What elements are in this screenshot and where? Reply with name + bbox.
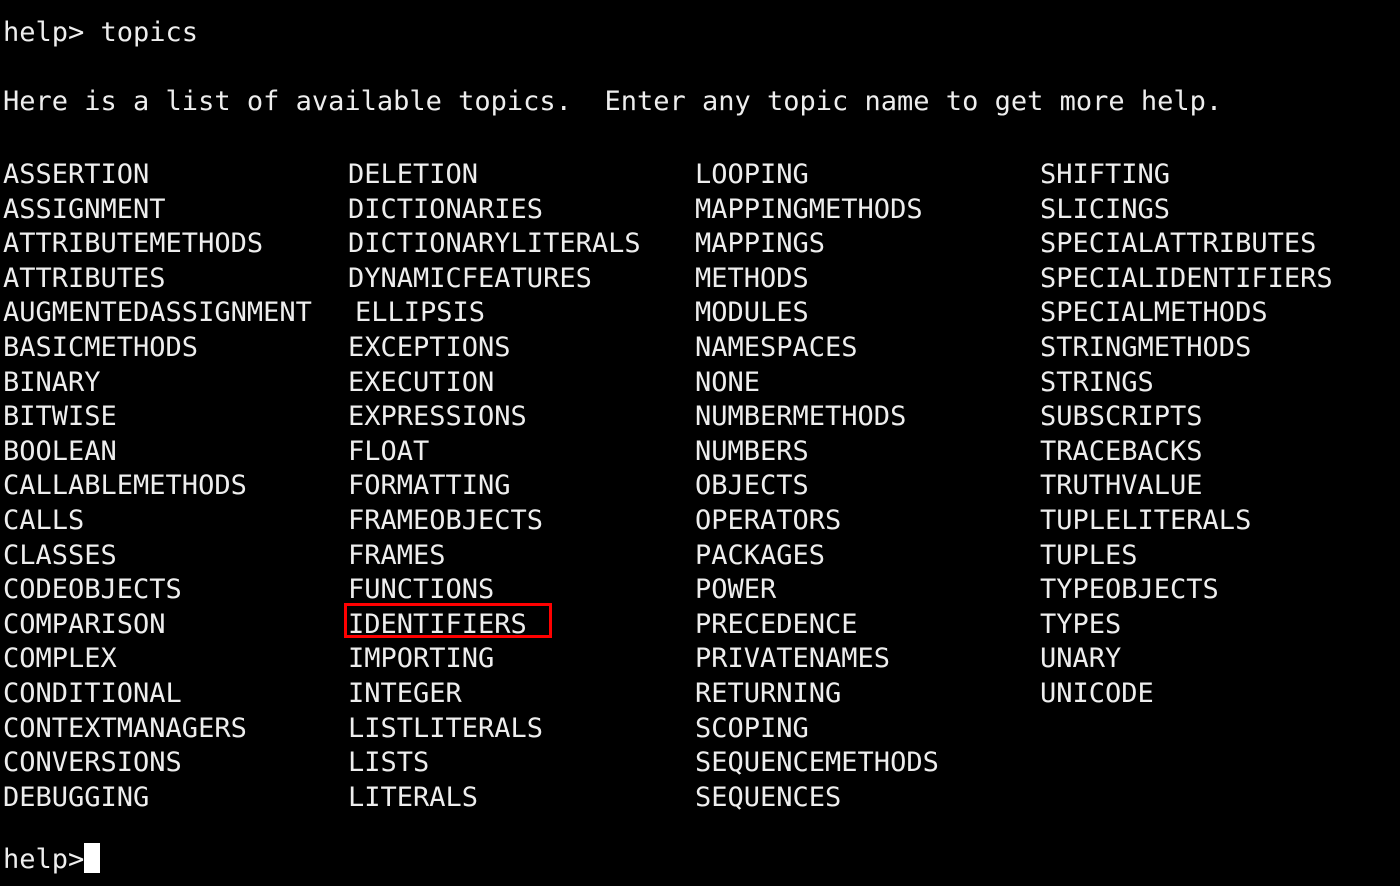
topic-item[interactable]: MAPPINGS <box>695 227 825 262</box>
topics-row: BOOLEAN FLOAT NUMBERS TRACEBACKS <box>0 435 1400 470</box>
topics-row: CODEOBJECTS FUNCTIONS POWER TYPEOBJECTS <box>0 573 1400 608</box>
topics-row: AUGMENTEDASSIGNMENT ELLIPSIS MODULES SPECIA… <box>0 296 1400 331</box>
topics-row: COMPARISON IDENTIFIERS PRECEDENCE TYPES <box>0 608 1400 643</box>
topic-item[interactable]: TUPLES <box>1040 539 1138 574</box>
topic-item[interactable]: DEBUGGING <box>3 781 149 816</box>
topics-row: ASSIGNMENT DICTIONARIES MAPPINGMETHODS SLIC… <box>0 193 1400 228</box>
prompt-label: help> <box>3 844 85 875</box>
topic-item[interactable]: CODEOBJECTS <box>3 573 182 608</box>
topic-item[interactable]: UNARY <box>1040 642 1121 677</box>
topic-item[interactable]: PRECEDENCE <box>695 608 858 643</box>
topic-item[interactable]: METHODS <box>695 262 809 297</box>
topics-row: ATTRIBUTES DYNAMICFEATURES METHODS SPECIALI… <box>0 262 1400 297</box>
topic-item[interactable]: NAMESPACES <box>695 331 858 366</box>
topic-item[interactable]: SLICINGS <box>1040 193 1170 228</box>
topic-item[interactable]: SPECIALATTRIBUTES <box>1040 227 1316 262</box>
topic-item[interactable]: MODULES <box>695 296 809 331</box>
topics-row: CONVERSIONS LISTS SEQUENCEMETHODS <box>0 746 1400 781</box>
topic-item[interactable]: TUPLELITERALS <box>1040 504 1251 539</box>
topic-item[interactable]: CLASSES <box>3 539 117 574</box>
topics-row: COMPLEX IMPORTING PRIVATENAMES UNARY <box>0 642 1400 677</box>
topics-row: BITWISE EXPRESSIONS NUMBERMETHODS SUBSCRIPT… <box>0 400 1400 435</box>
topic-item[interactable]: STRINGS <box>1040 366 1154 401</box>
topic-item[interactable]: NUMBERS <box>695 435 809 470</box>
topic-item[interactable]: INTEGER <box>348 677 462 712</box>
topic-item[interactable]: BASICMETHODS <box>3 331 198 366</box>
topics-row: DEBUGGING LITERALS SEQUENCES <box>0 781 1400 816</box>
topic-item[interactable]: NONE <box>695 366 760 401</box>
topic-item[interactable]: FRAMES <box>348 539 446 574</box>
topic-item[interactable]: EXECUTION <box>348 366 494 401</box>
topic-item[interactable]: POWER <box>695 573 776 608</box>
topic-item[interactable]: BOOLEAN <box>3 435 117 470</box>
topics-intro-text: Here is a list of available topics. Ente… <box>3 86 1223 117</box>
topic-item[interactable]: TYPES <box>1040 608 1121 643</box>
topic-item[interactable]: OBJECTS <box>695 469 809 504</box>
topic-item[interactable]: SUBSCRIPTS <box>1040 400 1203 435</box>
topic-item[interactable]: SEQUENCEMETHODS <box>695 746 939 781</box>
topic-item[interactable]: TRACEBACKS <box>1040 435 1203 470</box>
topic-item[interactable]: AUGMENTEDASSIGNMENT <box>3 296 312 331</box>
topic-item[interactable]: BINARY <box>3 366 101 401</box>
topic-item[interactable]: IMPORTING <box>348 642 494 677</box>
topic-item[interactable]: COMPLEX <box>3 642 117 677</box>
topic-item[interactable]: CONVERSIONS <box>3 746 182 781</box>
topics-row: CONDITIONAL INTEGER RETURNING UNICODE <box>0 677 1400 712</box>
topic-item[interactable]: DICTIONARYLITERALS <box>348 227 641 262</box>
topic-item[interactable]: OPERATORS <box>695 504 841 539</box>
topics-row: CLASSES FRAMES PACKAGES TUPLES <box>0 539 1400 574</box>
topic-item[interactable]: DELETION <box>348 158 478 193</box>
topic-item[interactable]: CONTEXTMANAGERS <box>3 712 247 747</box>
input-prompt-line[interactable]: help> <box>3 843 101 877</box>
topic-item[interactable]: TRUTHVALUE <box>1040 469 1203 504</box>
topics-row: CALLS FRAMEOBJECTS OPERATORS TUPLELITERALS <box>0 504 1400 539</box>
topic-item[interactable]: ATTRIBUTEMETHODS <box>3 227 263 262</box>
topic-item[interactable]: NUMBERMETHODS <box>695 400 906 435</box>
topic-item[interactable]: LITERALS <box>348 781 478 816</box>
topic-item[interactable]: FUNCTIONS <box>348 573 494 608</box>
topic-item[interactable]: TYPEOBJECTS <box>1040 573 1219 608</box>
topic-item[interactable]: IDENTIFIERS <box>348 608 527 643</box>
topic-item[interactable]: ATTRIBUTES <box>3 262 166 297</box>
topic-item[interactable]: PRIVATENAMES <box>695 642 890 677</box>
topics-row: CONTEXTMANAGERS LISTLITERALS SCOPING <box>0 712 1400 747</box>
command-echo-line: help> topics <box>3 17 199 48</box>
topic-item[interactable]: FLOAT <box>348 435 429 470</box>
topics-row: BINARY EXECUTION NONE STRINGS <box>0 366 1400 401</box>
topic-item[interactable]: LISTS <box>348 746 429 781</box>
topics-grid: ASSERTION DELETION LOOPING SHIFTING ASSIGNME… <box>0 158 1400 815</box>
topic-item[interactable]: RETURNING <box>695 677 841 712</box>
topics-row: ATTRIBUTEMETHODS DICTIONARYLITERALS MAPPIN… <box>0 227 1400 262</box>
topics-row: CALLABLEMETHODS FORMATTING OBJECTS TRUTHVAL… <box>0 469 1400 504</box>
topic-item[interactable]: ASSIGNMENT <box>3 193 166 228</box>
topic-item[interactable]: DYNAMICFEATURES <box>348 262 592 297</box>
topic-item[interactable]: PACKAGES <box>695 539 825 574</box>
topic-item[interactable]: SEQUENCES <box>695 781 841 816</box>
topic-item[interactable]: SPECIALMETHODS <box>1040 296 1268 331</box>
topic-item[interactable]: DICTIONARIES <box>348 193 543 228</box>
topic-item[interactable]: FORMATTING <box>348 469 511 504</box>
topic-item[interactable]: SCOPING <box>695 712 809 747</box>
topic-item[interactable]: COMPARISON <box>3 608 166 643</box>
topic-item[interactable]: CALLABLEMETHODS <box>3 469 247 504</box>
topic-item[interactable]: FRAMEOBJECTS <box>348 504 543 539</box>
topic-item[interactable]: ASSERTION <box>3 158 149 193</box>
topic-item[interactable]: CALLS <box>3 504 84 539</box>
topic-item[interactable]: UNICODE <box>1040 677 1154 712</box>
topic-item[interactable]: SPECIALIDENTIFIERS <box>1040 262 1333 297</box>
topic-item[interactable]: CONDITIONAL <box>3 677 182 712</box>
block-cursor-icon <box>84 843 101 873</box>
topic-item[interactable]: BITWISE <box>3 400 117 435</box>
topic-item[interactable]: SHIFTING <box>1040 158 1170 193</box>
topic-item[interactable]: MAPPINGMETHODS <box>695 193 923 228</box>
topic-item[interactable]: STRINGMETHODS <box>1040 331 1251 366</box>
topic-item[interactable]: EXCEPTIONS <box>348 331 511 366</box>
topic-item[interactable]: LOOPING <box>695 158 809 193</box>
topic-item[interactable]: EXPRESSIONS <box>348 400 527 435</box>
terminal-window[interactable]: help> topics Here is a list of available… <box>0 0 1400 886</box>
topics-row: BASICMETHODS EXCEPTIONS NAMESPACES STRINGME… <box>0 331 1400 366</box>
topic-item[interactable]: LISTLITERALS <box>348 712 543 747</box>
topic-item[interactable]: ELLIPSIS <box>355 296 485 331</box>
topics-row: ASSERTION DELETION LOOPING SHIFTING <box>0 158 1400 193</box>
